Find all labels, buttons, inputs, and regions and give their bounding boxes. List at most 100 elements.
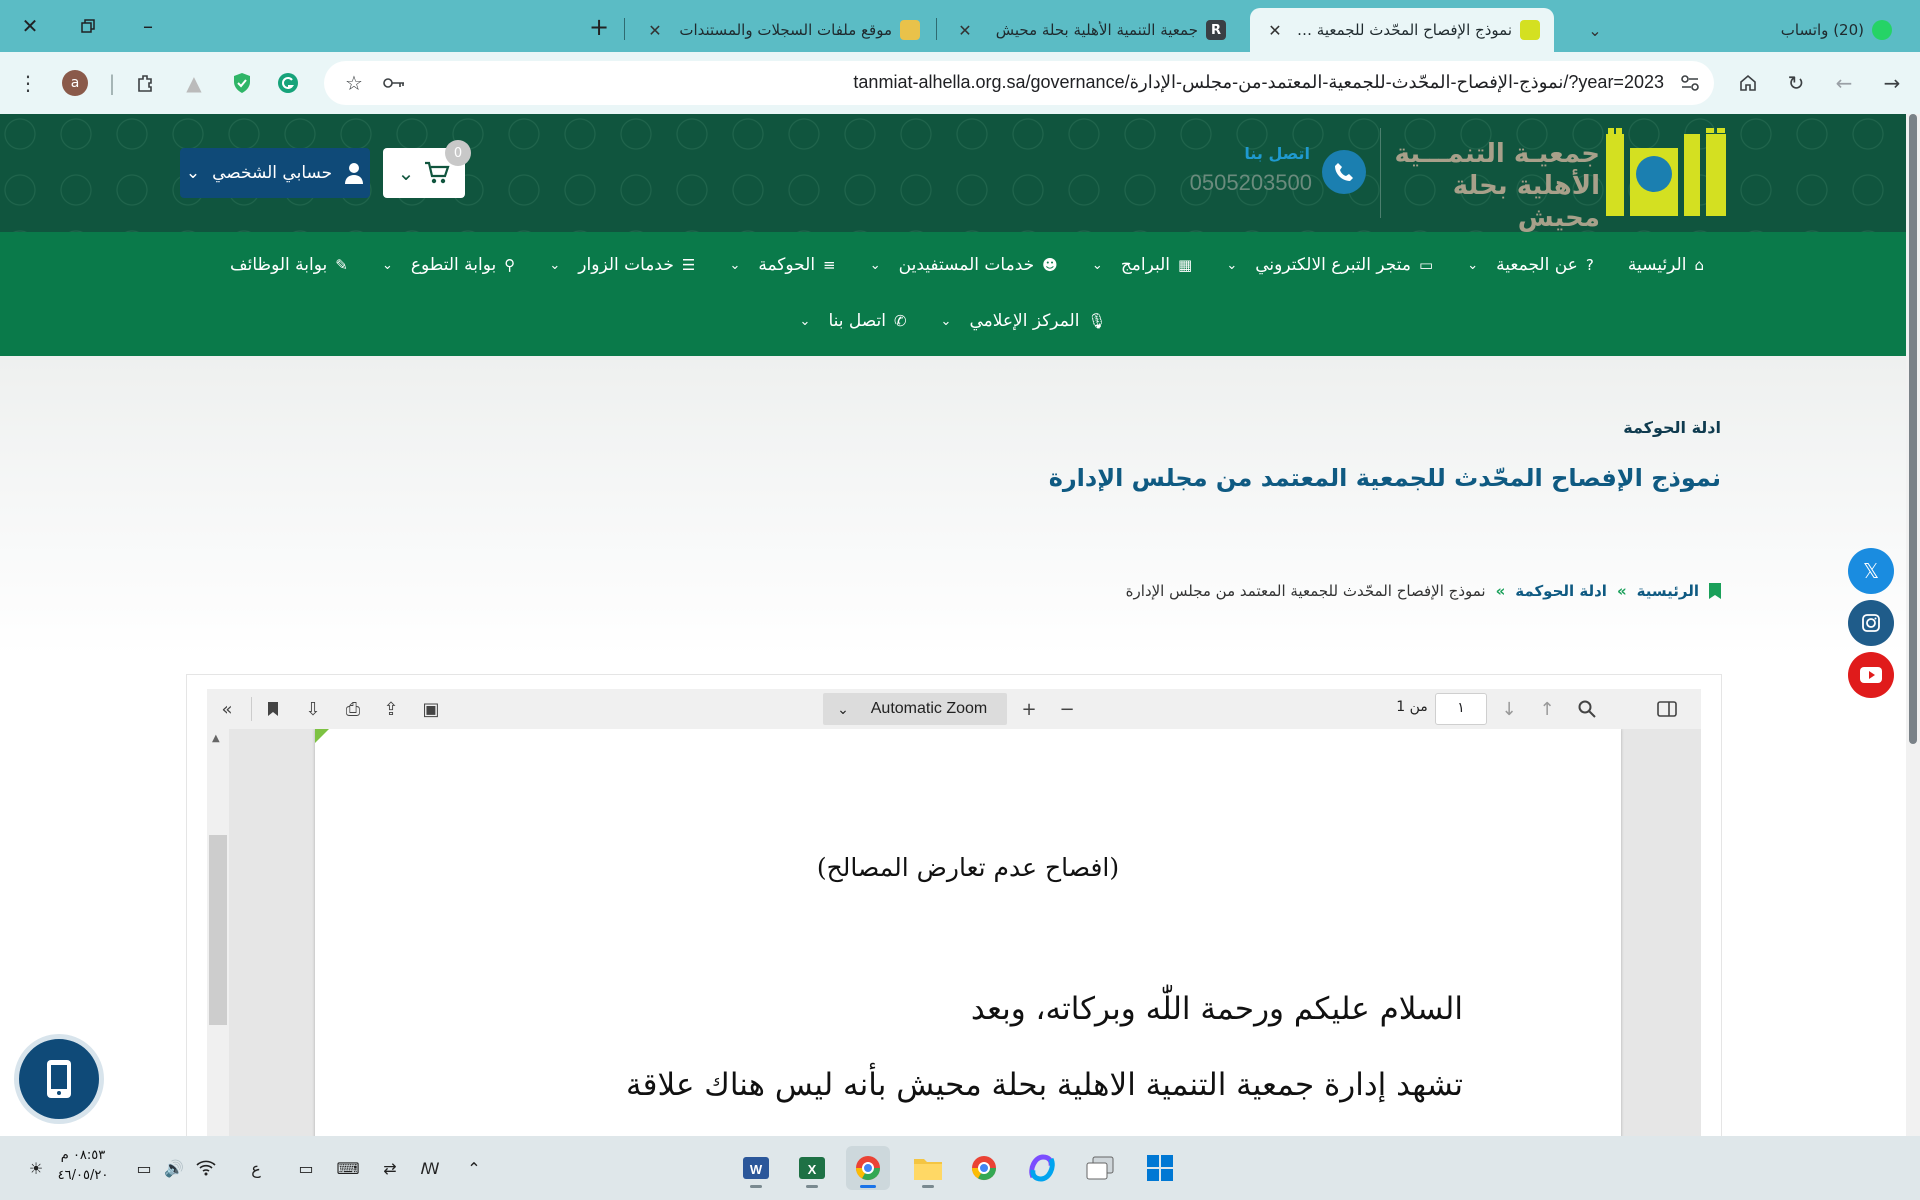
search-icon[interactable]	[1573, 695, 1601, 723]
file-explorer-icon[interactable]	[906, 1146, 950, 1190]
keyboard-icon[interactable]: ⌨	[336, 1156, 360, 1180]
start-icon[interactable]	[1138, 1146, 1182, 1190]
print-icon[interactable]: ⎙	[339, 695, 367, 723]
chevron-down-icon: ⌄	[1467, 257, 1479, 273]
new-tab-button[interactable]: +	[582, 10, 616, 44]
menu-icon[interactable]: ⋮	[10, 65, 46, 101]
nav-row-1: ⌂ الرئيسية ? عن الجمعية ⌄ ▭ متجر التبرع …	[0, 250, 1906, 280]
weather-sun-icon[interactable]: ☀	[24, 1156, 48, 1180]
nav-item-about[interactable]: ? عن الجمعية ⌄	[1467, 255, 1594, 275]
chevron-down-icon: ⌄	[729, 257, 741, 273]
password-key-icon[interactable]	[376, 65, 412, 101]
clock[interactable]: ٠٨:٥٣ م ٤٦/٠٥/٢٠	[48, 1146, 118, 1186]
chrome-icon[interactable]	[962, 1146, 1006, 1190]
shield-extension-icon[interactable]	[224, 65, 260, 101]
close-icon[interactable]: ✕	[1264, 21, 1286, 40]
nav-item-beneficiaries[interactable]: ☻ خدمات المستفيدين ⌄	[870, 255, 1058, 275]
minimize-window-icon[interactable]: –	[128, 8, 168, 44]
cart-button[interactable]: ⌄ 0	[383, 140, 471, 198]
pdf-scrollbar[interactable]: ▲	[207, 729, 229, 1200]
excel-icon[interactable]: X	[790, 1146, 834, 1190]
page-number-input[interactable]: ١	[1435, 693, 1487, 725]
sidebar-toggle-icon[interactable]	[1653, 695, 1681, 723]
address-bar[interactable]: ☆ tanmiat-alhella.org.sa/governance/نموذ…	[324, 61, 1714, 105]
home-icon[interactable]	[1730, 65, 1766, 101]
language-indicator[interactable]: ع	[244, 1156, 268, 1180]
tab-association[interactable]: R جمعية التنمية الأهلية بحلة محيش ✕	[940, 8, 1240, 52]
volume-icon[interactable]: 🔊	[162, 1156, 186, 1180]
nav-item-home[interactable]: ⌂ الرئيسية	[1628, 255, 1704, 275]
download-icon[interactable]: ⇩	[299, 695, 327, 723]
contact-phone[interactable]: 0505203500	[1100, 170, 1312, 196]
x-icon[interactable]: 𝕏	[1848, 548, 1894, 594]
breadcrumb-separator: »	[1616, 582, 1627, 600]
zoom-out-icon[interactable]: −	[1053, 695, 1081, 723]
close-icon[interactable]: ✕	[644, 21, 666, 40]
tab-list-chevron-icon[interactable]: ⌄	[1584, 21, 1606, 40]
youtube-icon[interactable]	[1848, 652, 1894, 698]
breadcrumb-home[interactable]: الرئيسية	[1637, 582, 1699, 600]
nav-item-jobs[interactable]: ✎ بوابة الوظائف	[230, 255, 348, 275]
close-window-icon[interactable]: ✕	[10, 8, 50, 44]
back-arrow-icon[interactable]: ←	[1826, 65, 1862, 101]
scrollbar-thumb[interactable]	[1909, 114, 1917, 744]
next-page-icon[interactable]: ↓	[1495, 695, 1523, 723]
avatar[interactable]: a	[62, 70, 88, 96]
nav-item-governance[interactable]: ≡ الحوكمة ⌄	[729, 255, 835, 275]
scroll-up-icon[interactable]: ▲	[212, 733, 220, 744]
taskview-icon[interactable]	[1078, 1146, 1122, 1190]
extensions-icon[interactable]	[128, 65, 164, 101]
restore-window-icon[interactable]	[68, 8, 108, 44]
logo[interactable]	[1606, 128, 1728, 218]
nav-item-programs[interactable]: ▦ البرامج ⌄	[1092, 255, 1192, 275]
nav-item-visitors[interactable]: ☰ خدمات الزوار ⌄	[549, 255, 695, 275]
server-icon: ☰	[681, 256, 696, 274]
tab-records[interactable]: موقع ملفات السجلات والمستندات ✕	[630, 8, 934, 52]
pdf-heading: (افصاح عدم تعارض المصالح)	[816, 853, 1120, 882]
nav-item-donation-store[interactable]: ▭ متجر التبرع الالكتروني ⌄	[1226, 255, 1433, 275]
forward-arrow-icon[interactable]: →	[1874, 65, 1910, 101]
contact-label[interactable]: اتصل بنا	[1130, 144, 1310, 163]
nav-item-contact[interactable]: ✆ اتصل بنا ⌄	[800, 311, 907, 331]
nav-label: المركز الإعلامي	[969, 311, 1080, 331]
grammarly-icon[interactable]	[270, 65, 306, 101]
wifi-icon[interactable]	[194, 1156, 218, 1180]
double-chevron-left-icon[interactable]: «	[213, 695, 241, 723]
whatsapp-icon	[1872, 20, 1892, 40]
chevron-up-icon[interactable]: ⌃	[462, 1156, 486, 1180]
zoom-select[interactable]: ⌄ Automatic Zoom	[823, 693, 1007, 725]
reload-icon[interactable]: ↻	[1778, 65, 1814, 101]
nav-label: البرامج	[1120, 255, 1171, 275]
divider: |	[108, 71, 116, 95]
nav-item-volunteering[interactable]: ⚲ بوابة التطوع ⌄	[382, 255, 515, 275]
settings-sliders-icon[interactable]: ⇄	[378, 1156, 402, 1180]
account-button[interactable]: حسابي الشخصي ⌄	[180, 148, 370, 198]
close-icon[interactable]: ✕	[954, 21, 976, 40]
page-scrollbar[interactable]	[1906, 114, 1920, 1136]
tab-active-disclosure[interactable]: نموذج الإفصاح المحّدث للجمعية المعتمد من…	[1250, 8, 1554, 52]
home-icon: ⌂	[1694, 256, 1704, 274]
copilot-icon[interactable]	[1020, 1146, 1064, 1190]
breadcrumb-section[interactable]: ادلة الحوكمة	[1515, 582, 1607, 600]
metrics-icon[interactable]: ꟿ	[418, 1156, 442, 1180]
nav-item-media-center[interactable]: 🎙 المركز الإعلامي ⌄	[941, 311, 1107, 331]
zoom-in-icon[interactable]: +	[1015, 695, 1043, 723]
bookmark-icon[interactable]	[259, 695, 287, 723]
previous-page-icon[interactable]: ↑	[1533, 695, 1561, 723]
tab-whatsapp[interactable]: (20) واتساب ⌄	[1570, 8, 1906, 52]
drive-extension-icon[interactable]: ▲	[176, 65, 212, 101]
battery-icon[interactable]: ▭	[132, 1156, 156, 1180]
word-icon[interactable]: W	[734, 1146, 778, 1190]
bookmark-star-icon[interactable]: ☆	[336, 65, 372, 101]
presentation-mode-icon[interactable]: ▣	[417, 695, 445, 723]
phone-icon[interactable]	[1322, 150, 1366, 194]
site-info-icon[interactable]	[1672, 65, 1708, 101]
instagram-icon[interactable]	[1848, 600, 1894, 646]
page-subtitle: ادلة الحوكمة	[1623, 418, 1721, 437]
scrollbar-thumb[interactable]	[209, 835, 227, 1025]
tablet-icon[interactable]: ▭	[294, 1156, 318, 1180]
mobile-app-button[interactable]	[14, 1034, 104, 1124]
open-file-icon[interactable]: ⇪	[377, 695, 405, 723]
chrome-profile-icon[interactable]	[846, 1146, 890, 1190]
pdf-canvas-area[interactable]: ▲ (افصاح عدم تعارض المصالح) السلام عليكم…	[207, 729, 1701, 1200]
